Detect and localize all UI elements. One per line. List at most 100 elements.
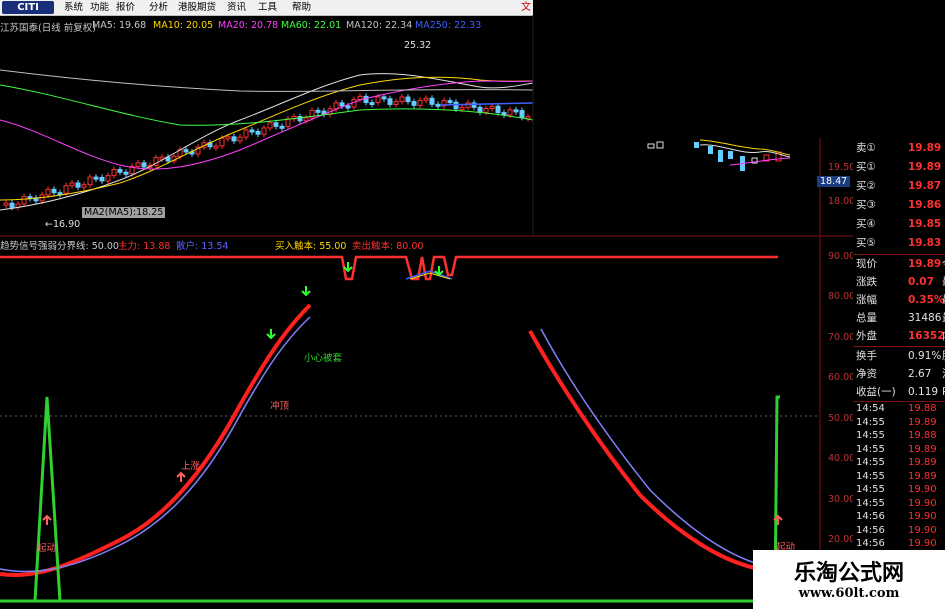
candle-body: [261, 127, 267, 135]
candle-body: [93, 176, 99, 180]
retail-curve: [0, 316, 311, 573]
candle-body: [9, 202, 15, 208]
buy-threshold-legend: 买入触本: 55.00: [275, 241, 347, 252]
menu-item-analysis[interactable]: 分析: [149, 0, 168, 15]
candle-body: [111, 168, 117, 177]
stat-row: 换手0.91%股: [856, 350, 945, 362]
candle-body: [267, 122, 273, 129]
tick-row: 14:55 19.89: [856, 470, 937, 482]
signal-arrows: [42, 262, 783, 525]
candle-body: [225, 136, 231, 140]
stat-row: 现价19.89今: [856, 258, 945, 270]
candle-body: [315, 109, 321, 113]
trend-signal-legend: 趋势信号: [0, 241, 39, 252]
candle-body: [45, 188, 51, 196]
ma2-tooltip: MA2(MA5):18.25: [82, 207, 166, 218]
candle-body: [81, 184, 87, 188]
candle-body: [255, 130, 261, 135]
main-force-curve-right: [528, 330, 756, 570]
candle-body: [519, 110, 525, 118]
axis-80: 80.00: [828, 291, 856, 302]
candle-body: [483, 107, 489, 113]
candle-body: [285, 118, 291, 128]
ma20-label: MA20: 20.78: [218, 20, 279, 31]
candle-body: [213, 145, 219, 149]
menu-bar: CITI 系统 功能 报价 分析 港股期货 资讯 工具 帮助 文: [0, 0, 533, 16]
ma5-line: [0, 73, 534, 211]
tick-row: 14:55 19.89: [856, 443, 937, 455]
retail-legend: 散户: 13.54: [176, 241, 229, 252]
candle-body: [495, 105, 501, 114]
candle-body: [105, 175, 111, 182]
axis-20: 20.00: [828, 534, 856, 545]
candle-body: [99, 176, 105, 182]
menu-item-news[interactable]: 资讯: [227, 0, 246, 15]
sell-threshold-legend: 卖出触本: 80.00: [352, 241, 424, 252]
annotation-rush: 冲顶: [270, 401, 290, 412]
candle-body: [417, 99, 423, 106]
current-price-tag: 18.47: [817, 176, 851, 187]
candle-body: [75, 182, 81, 188]
tick-row: 14:55 19.88: [856, 430, 937, 441]
candle-body: [363, 95, 369, 104]
price-chart[interactable]: [0, 15, 945, 235]
candle-body: [183, 149, 189, 153]
tick-row: 14:54 19.88: [856, 403, 937, 414]
indicator-chart[interactable]: [0, 235, 853, 609]
menu-item-help[interactable]: 帮助: [292, 0, 311, 15]
candle-body: [117, 168, 123, 173]
ma5-label: MA5: 19.68: [92, 20, 147, 31]
menu-item-hk-futures[interactable]: 港股期货: [178, 0, 216, 15]
stat-row: 收益(一)0.119PE: [856, 386, 945, 398]
order-row: 卖① 19.89: [856, 142, 942, 154]
watermark-title: 乐淘公式网: [793, 561, 904, 586]
low-price-label: ←16.90: [45, 219, 81, 230]
annotation-rise: 上涨: [181, 461, 201, 472]
candle-body: [375, 96, 381, 104]
candle-body: [21, 196, 27, 205]
candle-body: [141, 162, 147, 168]
ma60-label: MA60: 22.01: [281, 20, 342, 31]
app-logo: CITI: [2, 1, 54, 14]
candle-body: [69, 182, 75, 187]
tick-row: 14:55 19.90: [856, 497, 937, 509]
tick-row: 14:56 19.90: [856, 524, 937, 536]
candle-body: [249, 129, 255, 133]
candle-body: [87, 176, 93, 186]
tick-row: 14:55 19.90: [856, 484, 937, 495]
stat-row: 总量31486量: [856, 312, 945, 324]
candle-body: [51, 188, 57, 194]
candle-body: [279, 125, 285, 129]
annotation-careful: 小心被套: [304, 353, 343, 364]
order-row: 买③ 19.86: [856, 199, 942, 211]
price-axis-1800: 18.00: [828, 196, 856, 207]
menu-item-function[interactable]: 功能: [90, 0, 109, 15]
price-axis-1950: 19.50: [828, 162, 856, 173]
candle-body: [243, 129, 249, 138]
ma250-label: MA250: 22.33: [415, 20, 482, 31]
candle-body: [459, 106, 465, 110]
candle-body: [393, 101, 399, 105]
menu-item-system[interactable]: 系统: [64, 0, 83, 15]
stat-row: 外盘16352内: [856, 330, 945, 342]
candle-body: [411, 101, 417, 106]
candle-body: [429, 97, 435, 105]
menu-item-tools[interactable]: 工具: [258, 0, 277, 15]
candle-body: [489, 105, 495, 109]
candle-body: [123, 171, 129, 175]
ma20-line: [0, 80, 534, 170]
sell-threshold-line: [0, 255, 778, 281]
axis-30: 30.00: [828, 494, 856, 505]
tick-row: 14:55 19.89: [856, 416, 937, 428]
candle-body: [399, 96, 405, 103]
stat-row: 涨幅0.35%最: [856, 294, 945, 306]
candle-body: [357, 95, 363, 101]
tick-row: 14:56 19.90: [856, 511, 937, 522]
menu-item-quote[interactable]: 报价: [116, 0, 135, 15]
candle-body: [381, 96, 387, 100]
candle-body: [387, 98, 393, 105]
corner-text: 文: [521, 2, 531, 13]
strength-line-legend: 强弱分界线: 50.00: [38, 241, 119, 252]
candle-body: [237, 136, 243, 142]
axis-70: 70.00: [828, 332, 856, 343]
